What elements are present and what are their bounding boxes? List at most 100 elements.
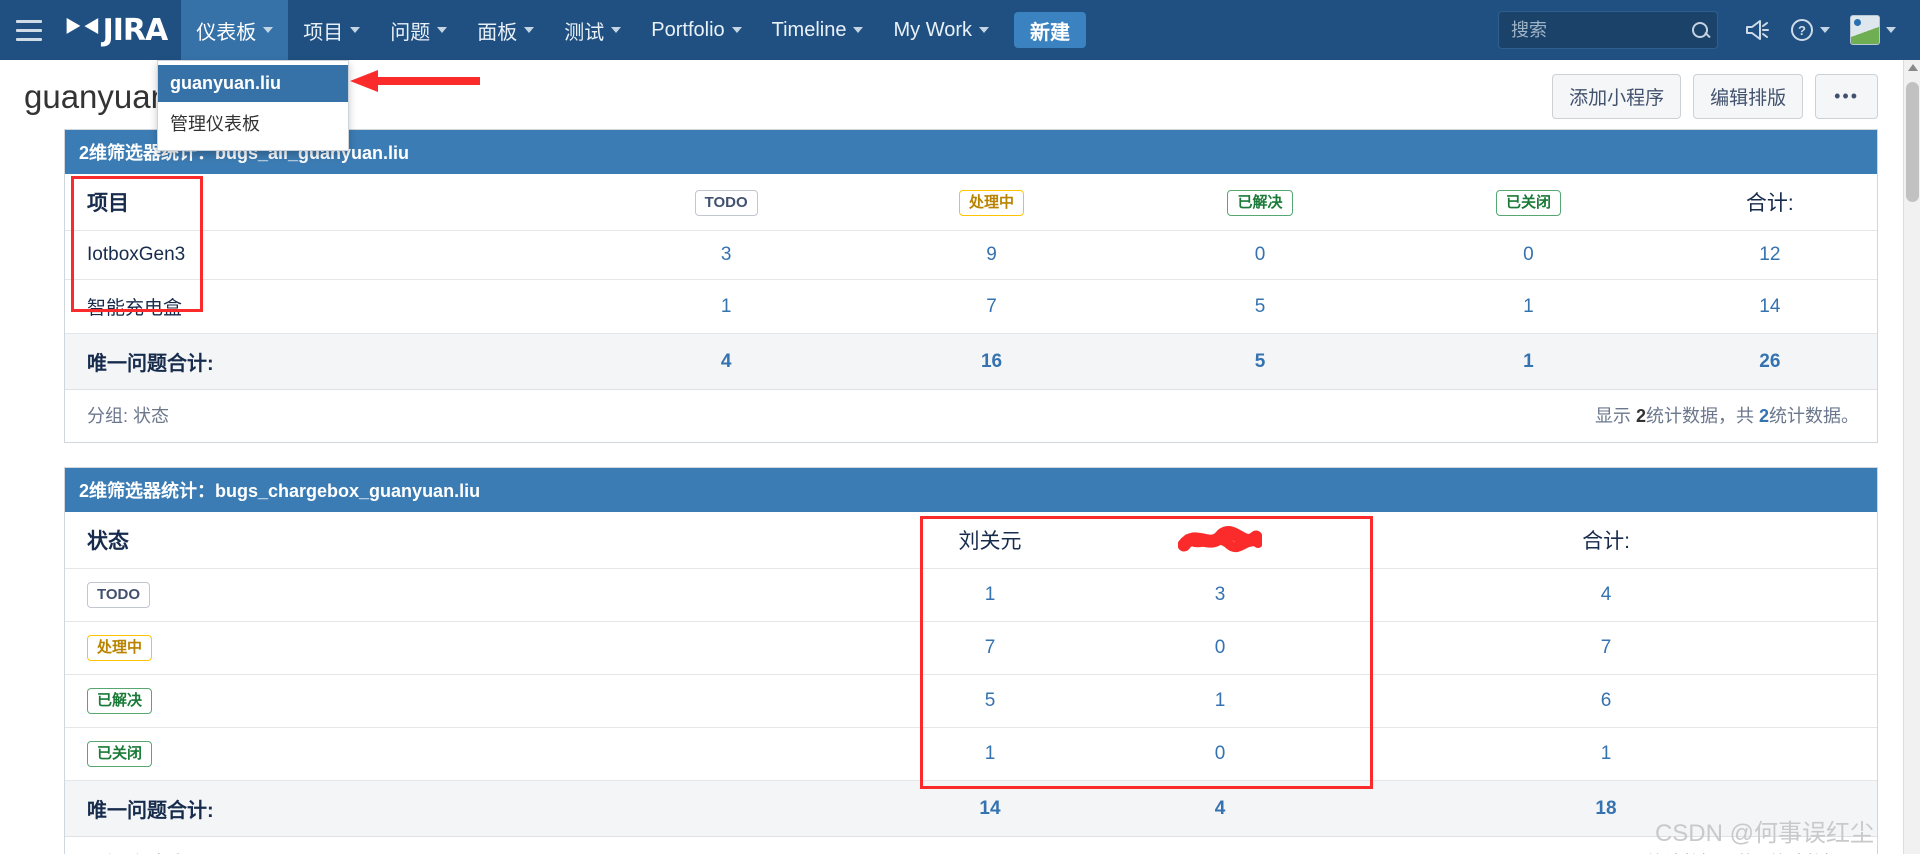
nav-item-tests[interactable]: 测试 (549, 0, 636, 60)
table-row: 智能充电盒 1 7 5 1 14 (65, 279, 1877, 334)
cell-value[interactable]: 9 (857, 230, 1126, 280)
cell-link[interactable]: 6 (1601, 690, 1612, 711)
search-input[interactable] (1499, 19, 1717, 41)
cell-value[interactable]: 0 (1105, 727, 1335, 781)
cell-link[interactable]: 5 (985, 690, 996, 711)
cell-link[interactable]: 4 (1215, 798, 1226, 819)
search-box[interactable] (1498, 11, 1718, 49)
hamburger-icon[interactable] (0, 0, 58, 60)
cell-value[interactable]: 3 (595, 230, 858, 280)
more-options-button[interactable]: ••• (1815, 74, 1878, 119)
cell-link[interactable]: 5 (1255, 351, 1266, 372)
help-menu[interactable]: ? (1790, 18, 1830, 42)
cell-link[interactable]: 12 (1759, 244, 1780, 265)
megaphone-icon[interactable] (1744, 19, 1770, 41)
cell-link[interactable]: 14 (1759, 296, 1780, 317)
totals-value[interactable]: 5 (1125, 333, 1395, 390)
cell-link[interactable]: 0 (1215, 743, 1226, 764)
cell-value[interactable]: 5 (875, 674, 1105, 728)
cell-link[interactable]: 1 (721, 296, 732, 317)
totals-value[interactable]: 4 (1105, 780, 1335, 837)
cell-row-total[interactable]: 6 (1335, 674, 1877, 728)
column-header-in-progress: 处理中 (857, 174, 1126, 231)
cell-link[interactable]: 7 (986, 296, 997, 317)
cell-link[interactable]: 0 (1255, 244, 1266, 265)
cell-row-total[interactable]: 14 (1662, 279, 1877, 334)
nav-item-projects[interactable]: 项目 (288, 0, 375, 60)
cell-value[interactable]: 0 (1125, 230, 1395, 280)
cell-link[interactable]: 1 (1215, 690, 1226, 711)
nav-item-label: 面板 (477, 21, 518, 44)
chevron-down-icon (350, 27, 361, 33)
cell-link[interactable]: 9 (986, 244, 997, 265)
cell-value[interactable]: 1 (1394, 279, 1663, 334)
cell-value[interactable]: 1 (595, 279, 858, 334)
nav-item-dashboards[interactable]: 仪表板 (181, 0, 289, 60)
chevron-down-icon (437, 27, 448, 33)
cell-link[interactable]: 1 (985, 743, 996, 764)
search-icon[interactable] (1692, 22, 1708, 38)
cell-row-total[interactable]: 12 (1662, 230, 1877, 280)
totals-spacer-cell (235, 780, 875, 837)
dropdown-item-manage-dashboards[interactable]: 管理仪表板 (158, 102, 348, 144)
column-header-resolved: 已解决 (1125, 174, 1395, 231)
cell-link[interactable]: 5 (1255, 296, 1266, 317)
cell-value[interactable]: 1 (1105, 674, 1335, 728)
scrollbar-up-arrow-icon[interactable] (1908, 64, 1918, 71)
cell-value[interactable]: 7 (857, 279, 1126, 334)
status-badge-in-progress: 处理中 (87, 635, 153, 661)
cell-link[interactable]: 0 (1215, 637, 1226, 658)
cell-row-total[interactable]: 7 (1335, 621, 1877, 675)
gadget-footer: 分组: 状态 显示 2统计数据，共 2统计数据。 (65, 390, 1877, 442)
cell-link[interactable]: 0 (1523, 244, 1534, 265)
totals-grand-total[interactable]: 26 (1662, 333, 1877, 390)
cell-value[interactable]: 0 (1105, 621, 1335, 675)
cell-row-total[interactable]: 4 (1335, 568, 1877, 622)
cell-value[interactable]: 7 (875, 621, 1105, 675)
gadget-footer: 分组: 经办人 显示 4统计数据，共 4统计数据。 (65, 837, 1877, 854)
cell-value[interactable]: 1 (875, 568, 1105, 622)
cell-link[interactable]: 7 (1601, 637, 1612, 658)
cell-link[interactable]: 16 (981, 351, 1002, 372)
dropdown-item-guanyuan-liu[interactable]: guanyuan.liu (158, 65, 348, 102)
cell-value[interactable]: 1 (875, 727, 1105, 781)
totals-value[interactable]: 14 (875, 780, 1105, 837)
column-header-total: 合计: (1335, 512, 1877, 569)
table-row: 已解决 5 1 6 (65, 674, 1877, 728)
nav-item-issues[interactable]: 问题 (375, 0, 462, 60)
cell-link[interactable]: 18 (1595, 798, 1616, 819)
totals-value[interactable]: 4 (595, 333, 858, 390)
totals-value[interactable]: 16 (857, 333, 1126, 390)
cell-value[interactable]: 0 (1394, 230, 1663, 280)
cell-link[interactable]: 1 (1601, 743, 1612, 764)
cell-link[interactable]: 7 (985, 637, 996, 658)
cell-value[interactable]: 5 (1125, 279, 1395, 334)
cell-link[interactable]: 1 (1523, 351, 1534, 372)
nav-item-my-work[interactable]: My Work (878, 0, 1004, 60)
cell-row-total[interactable]: 1 (1335, 727, 1877, 781)
column-header-spacer (235, 512, 875, 569)
cell-link[interactable]: 1 (985, 584, 996, 605)
cell-link[interactable]: 3 (1215, 584, 1226, 605)
cell-link[interactable]: 4 (1601, 584, 1612, 605)
jira-logo[interactable]: ⯈⯇ JIRA (58, 0, 181, 60)
add-gadget-button[interactable]: 添加小程序 (1552, 74, 1682, 119)
chevron-down-icon (263, 27, 274, 33)
nav-item-timeline[interactable]: Timeline (757, 0, 879, 60)
cell-link[interactable]: 3 (721, 244, 732, 265)
status-badge-closed: 已关闭 (1495, 189, 1561, 216)
totals-value[interactable]: 1 (1394, 333, 1663, 390)
row-spacer-cell (235, 230, 595, 280)
create-issue-button[interactable]: 新建 (1014, 12, 1086, 48)
edit-layout-button[interactable]: 编辑排版 (1693, 74, 1804, 119)
profile-menu[interactable] (1850, 15, 1896, 45)
cell-link[interactable]: 1 (1523, 296, 1534, 317)
scrollbar-thumb[interactable] (1906, 82, 1919, 202)
nav-item-boards[interactable]: 面板 (462, 0, 549, 60)
cell-link[interactable]: 4 (721, 351, 732, 372)
cell-link[interactable]: 14 (979, 798, 1000, 819)
cell-link[interactable]: 26 (1759, 351, 1780, 372)
page-scrollbar[interactable] (1903, 60, 1920, 854)
cell-value[interactable]: 3 (1105, 568, 1335, 622)
nav-item-portfolio[interactable]: Portfolio (636, 0, 756, 60)
